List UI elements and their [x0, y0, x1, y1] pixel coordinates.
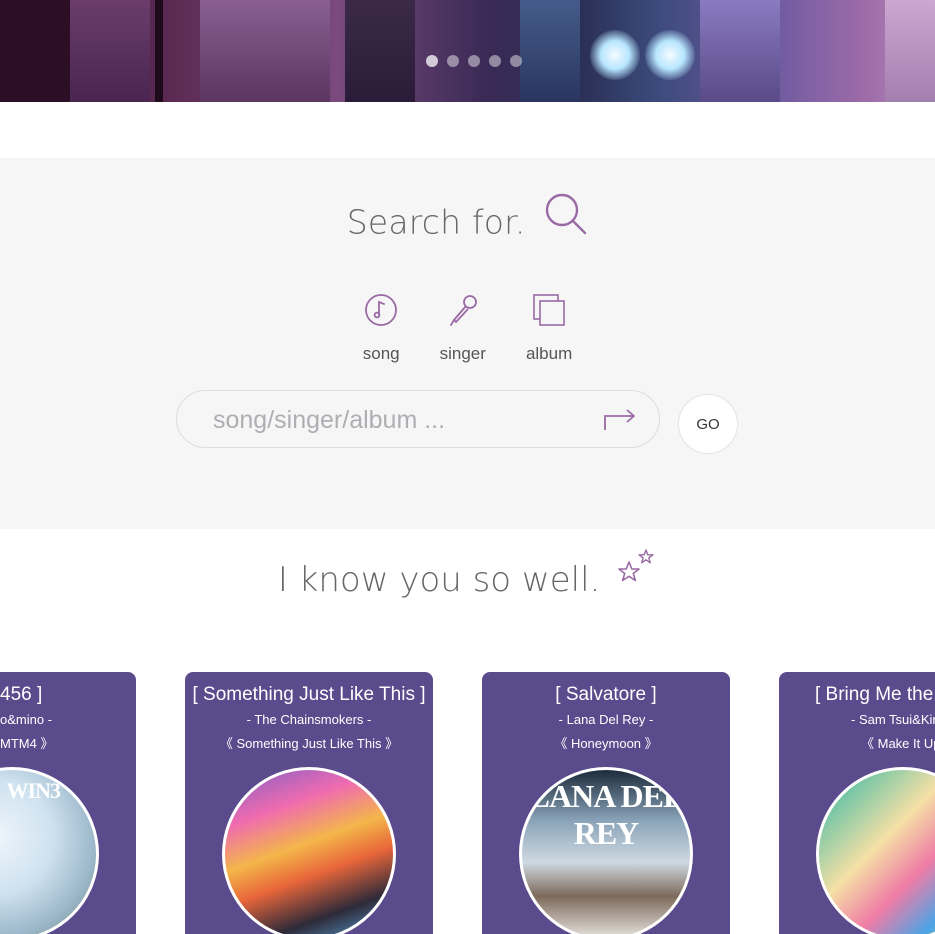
category-label: song — [362, 344, 400, 363]
recommend-heading: I know you so well. — [0, 548, 935, 602]
recommend-title: I know you so well. — [277, 560, 601, 600]
carousel-dots — [426, 55, 522, 67]
category-album[interactable]: album — [526, 291, 572, 364]
carousel-dot[interactable] — [447, 55, 459, 67]
song-singer: o&mino - — [0, 712, 53, 727]
song-album: 《 Something Just Like This 》 — [219, 736, 399, 751]
music-note-icon — [364, 291, 398, 329]
song-title: [ Bring Me the — [815, 684, 934, 705]
search-box — [176, 390, 660, 448]
search-input[interactable] — [211, 401, 595, 439]
search-categories: song singer album — [0, 291, 935, 364]
carousel-dot[interactable] — [426, 55, 438, 67]
album-cover — [222, 767, 396, 934]
hero-banner — [0, 0, 935, 102]
search-heading: Search for. — [0, 193, 935, 244]
album-cover — [816, 767, 935, 934]
album-stack-icon — [532, 291, 566, 329]
category-singer[interactable]: singer — [440, 291, 486, 364]
search-section: Search for. song singer album song/singe… — [0, 158, 935, 529]
song-card[interactable]: [ Something Just Like This ] - The Chain… — [185, 672, 433, 934]
carousel-dot[interactable] — [510, 55, 522, 67]
song-title: [ Salvatore ] — [555, 684, 657, 705]
song-singer: - Lana Del Rey - — [558, 712, 654, 727]
song-card[interactable]: [ Salvatore ] - Lana Del Rey - 《 Honeymo… — [482, 672, 730, 934]
song-album: 《 Make It Up — [861, 736, 935, 751]
category-label: singer — [439, 344, 486, 363]
song-album: MTM4 》 — [0, 736, 54, 751]
carousel-dot[interactable] — [468, 55, 480, 67]
search-icon — [546, 193, 587, 235]
album-cover: LANA DEL REY — [519, 767, 693, 934]
song-singer: - Sam Tsui&Kir — [851, 712, 935, 727]
stars-icon — [618, 548, 654, 581]
cover-lettering: LANA DEL REY — [528, 778, 685, 851]
carousel-dot[interactable] — [489, 55, 501, 67]
song-title: 456 ] — [0, 684, 43, 705]
album-cover: WIN3 — [0, 767, 99, 934]
microphone-icon — [446, 291, 480, 329]
category-label: album — [525, 344, 573, 363]
recommend-carousel: 456 ] o&mino - MTM4 》 WIN3 [ Something J… — [0, 672, 935, 934]
song-card[interactable]: [ Bring Me the - Sam Tsui&Kir 《 Make It … — [779, 672, 935, 934]
search-title: Search for. — [346, 202, 526, 242]
song-card[interactable]: 456 ] o&mino - MTM4 》 WIN3 — [0, 672, 136, 934]
song-title: [ Something Just Like This ] — [192, 684, 426, 705]
go-button[interactable]: GO — [678, 394, 738, 454]
enter-arrow-icon[interactable] — [603, 408, 637, 432]
cover-lettering: WIN3 — [6, 778, 61, 803]
song-album: 《 Honeymoon 》 — [554, 736, 658, 751]
song-singer: - The Chainsmokers - — [246, 712, 372, 727]
category-song[interactable]: song — [363, 291, 400, 364]
